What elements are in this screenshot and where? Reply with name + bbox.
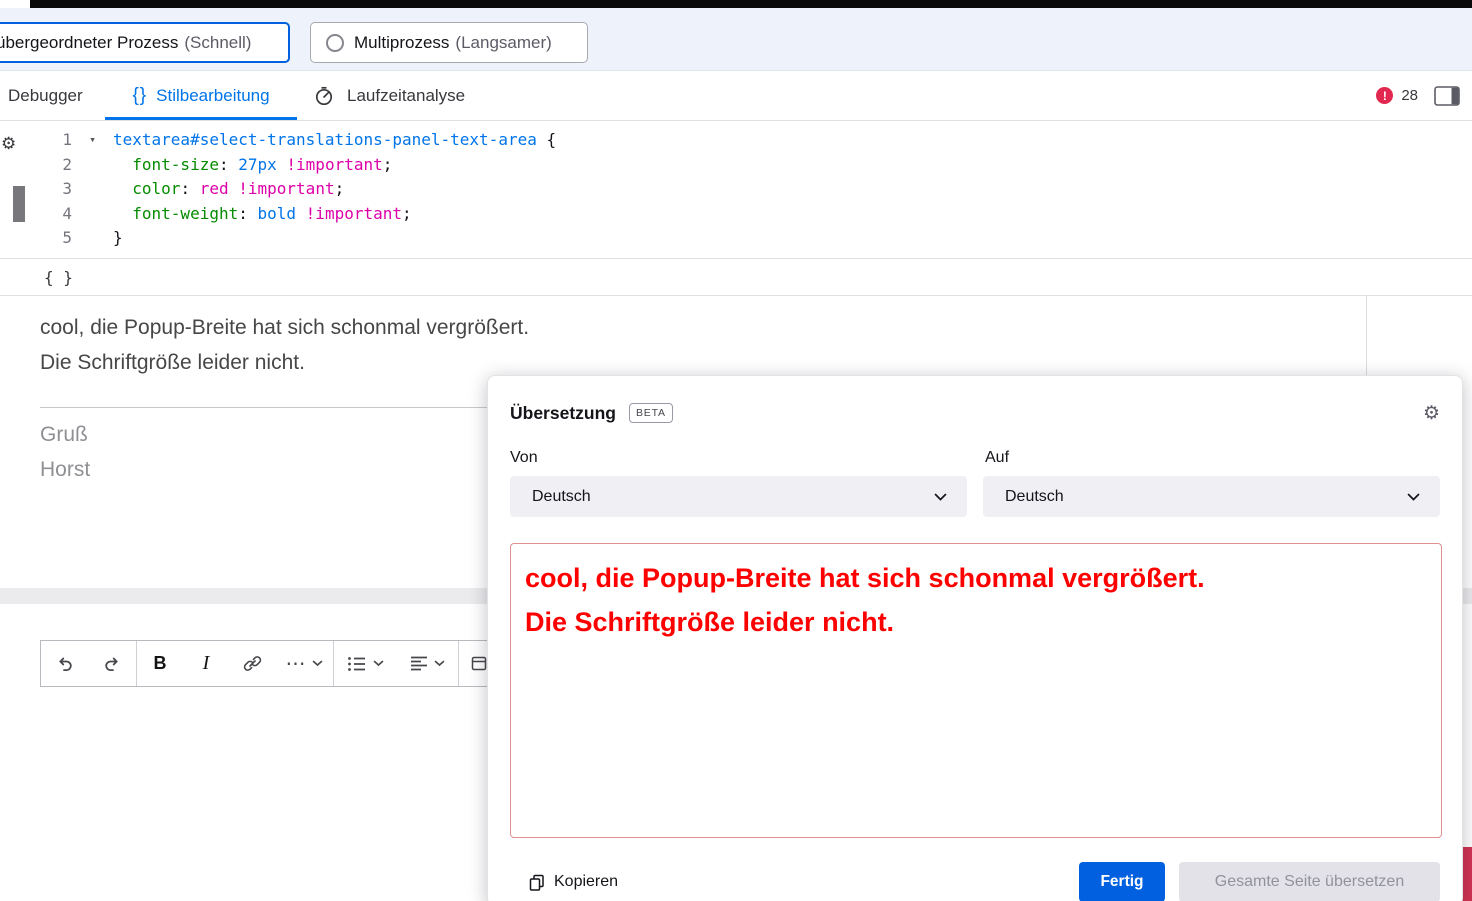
code-line[interactable]: 3 color: red !important; (0, 177, 556, 202)
ellipsis-icon: ⋯ (286, 651, 306, 676)
error-badge-icon[interactable]: ! (1376, 87, 1393, 104)
signature-greeting: Gruß (40, 423, 88, 447)
undo-button[interactable] (41, 641, 88, 686)
link-button[interactable] (229, 641, 275, 686)
error-count[interactable]: 28 (1401, 87, 1418, 104)
content-right-divider (1366, 296, 1367, 378)
fold-arrow-icon[interactable] (72, 226, 113, 251)
copy-icon (529, 874, 545, 891)
page-paragraph-1: cool, die Popup-Breite hat sich schonmal… (40, 316, 529, 340)
braces-icon: {} (132, 85, 147, 107)
copy-button-label: Kopieren (554, 873, 618, 891)
copy-button[interactable]: Kopieren (529, 873, 618, 891)
from-language-select[interactable]: Deutsch (510, 476, 967, 517)
window-top-edge (30, 0, 1472, 8)
from-label: Von (510, 449, 985, 467)
settings-gear-icon[interactable]: ⚙ (1423, 402, 1440, 425)
tab-style-editor[interactable]: {} Stilbearbeitung (105, 71, 297, 120)
process-option-parent-hint: (Schnell) (184, 33, 251, 52)
code-line[interactable]: 4 font-weight: bold !important; (0, 202, 556, 227)
code-editor[interactable]: 1▾textarea#select-translations-panel-tex… (0, 128, 556, 251)
chevron-down-icon (934, 493, 947, 501)
translation-textarea[interactable]: cool, die Popup-Breite hat sich schonmal… (510, 543, 1442, 838)
media-sidebar-toggle[interactable]: { } (44, 268, 73, 287)
process-option-multi-label: Multiprozess (354, 33, 449, 53)
to-language-select[interactable]: Deutsch (983, 476, 1440, 517)
tab-performance-label: Laufzeitanalyse (347, 86, 465, 106)
translation-popup: Übersetzung BETA ⚙ Von Auf Deutsch Deuts… (487, 375, 1463, 901)
bullet-list-icon (347, 656, 367, 672)
code-line[interactable]: 2 font-size: 27px !important; (0, 153, 556, 178)
process-option-multi[interactable]: Multiprozess (Langsamer) (310, 22, 588, 63)
redo-icon (103, 654, 122, 673)
process-selector-bar: übergeordneter Prozess (Schnell) Multipro… (0, 8, 1472, 71)
code-line[interactable]: 5} (0, 226, 556, 251)
devtools-tab-bar: Debugger {} Stilbearbeitung Laufzeitanal… (0, 71, 1472, 121)
process-option-parent[interactable]: übergeordneter Prozess (Schnell) (0, 22, 290, 63)
line-number: 5 (0, 226, 72, 251)
line-number: 1 (0, 128, 72, 153)
list-menu-button[interactable] (334, 641, 396, 686)
fold-arrow-icon[interactable] (72, 202, 113, 227)
fold-arrow-icon[interactable]: ▾ (72, 128, 113, 153)
italic-button[interactable]: I (183, 641, 229, 686)
redo-button[interactable] (88, 641, 136, 686)
signature-name: Horst (40, 458, 90, 482)
popup-title: Übersetzung (510, 403, 616, 424)
beta-badge: BETA (629, 403, 673, 423)
process-option-multi-hint: (Langsamer) (455, 33, 551, 53)
to-language-value: Deutsch (1005, 488, 1064, 506)
more-options-button[interactable]: ⋯ (275, 641, 333, 686)
done-button[interactable]: Fertig (1079, 862, 1165, 901)
process-option-parent-label: übergeordneter Prozess (0, 33, 178, 52)
split-console-toggle-icon[interactable] (1434, 86, 1460, 106)
red-edge-fragment (1462, 847, 1472, 901)
performance-icon (313, 85, 335, 107)
line-number: 3 (0, 177, 72, 202)
translate-page-button[interactable]: Gesamte Seite übersetzen (1179, 862, 1440, 901)
chevron-down-icon (434, 660, 445, 667)
chevron-down-icon (312, 660, 323, 667)
undo-icon (55, 654, 74, 673)
insert-icon (471, 655, 488, 672)
link-icon (243, 654, 262, 673)
tab-style-editor-label: Stilbearbeitung (156, 86, 269, 106)
to-label: Auf (985, 449, 1009, 467)
screen: übergeordneter Prozess (Schnell) Multipro… (0, 0, 1472, 901)
line-number: 2 (0, 153, 72, 178)
active-tab-indicator (105, 117, 297, 120)
fold-arrow-icon[interactable] (72, 153, 113, 178)
from-language-value: Deutsch (532, 488, 591, 506)
composer-toolbar: B I ⋯ (40, 640, 502, 687)
chevron-down-icon (1407, 493, 1420, 501)
page-paragraph-2: Die Schriftgröße leider nicht. (40, 351, 305, 375)
editor-footer: { } (0, 258, 1472, 296)
line-number: 4 (0, 202, 72, 227)
bold-button[interactable]: B (137, 641, 183, 686)
tab-performance[interactable]: Laufzeitanalyse (297, 71, 497, 120)
tab-debugger[interactable]: Debugger (0, 71, 105, 120)
code-line[interactable]: 1▾textarea#select-translations-panel-tex… (0, 128, 556, 153)
chevron-down-icon (373, 660, 384, 667)
tab-debugger-label: Debugger (8, 86, 83, 106)
align-menu-button[interactable] (396, 641, 458, 686)
radio-icon[interactable] (326, 34, 344, 52)
align-left-icon (410, 656, 428, 671)
fold-arrow-icon[interactable] (72, 177, 113, 202)
signature-divider (40, 407, 500, 408)
